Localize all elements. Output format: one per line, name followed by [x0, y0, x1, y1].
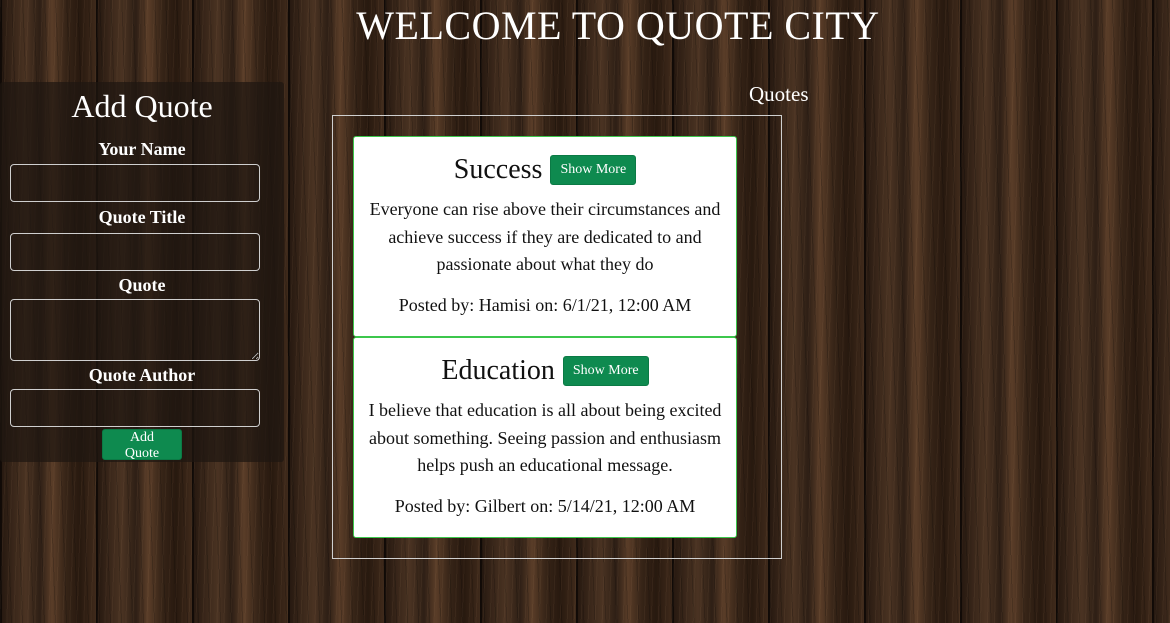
add-quote-panel: Add Quote Your Name Quote Title Quote Qu… — [0, 82, 284, 462]
quote-card-meta: Posted by: Gilbert on: 5/14/21, 12:00 AM — [394, 496, 696, 516]
add-quote-button[interactable]: Add Quote — [102, 429, 182, 461]
quote-title-label: Quote Title — [98, 207, 186, 227]
quotes-list: Success Show More Everyone can rise abov… — [332, 115, 782, 559]
quote-card-header: Success Show More — [354, 154, 736, 186]
quote-card-title: Success — [453, 154, 543, 185]
quote-card-header: Education Show More — [354, 355, 736, 387]
show-more-button[interactable]: Show More — [562, 356, 649, 386]
quote-author-label: Quote Author — [88, 365, 196, 385]
your-name-label: Your Name — [98, 139, 186, 159]
quote-title-input[interactable] — [10, 233, 260, 271]
quote-card-text: I believe that education is all about be… — [368, 400, 722, 475]
quote-card-text: Everyone can rise above their circumstan… — [369, 199, 721, 274]
quote-card: Success Show More Everyone can rise abov… — [353, 136, 737, 337]
your-name-input[interactable] — [10, 164, 260, 202]
page-title: WELCOME TO QUOTE CITY — [356, 3, 880, 48]
quote-card: Education Show More I believe that educa… — [353, 337, 737, 538]
quote-card-title: Education — [441, 355, 555, 386]
quotes-heading: Quotes — [749, 82, 809, 106]
quote-textarea[interactable] — [10, 299, 260, 361]
show-more-button[interactable]: Show More — [550, 155, 637, 185]
add-quote-title: Add Quote — [71, 88, 213, 124]
quote-author-input[interactable] — [10, 389, 260, 427]
quote-label: Quote — [118, 275, 166, 295]
quote-card-meta: Posted by: Hamisi on: 6/1/21, 12:00 AM — [398, 295, 692, 315]
